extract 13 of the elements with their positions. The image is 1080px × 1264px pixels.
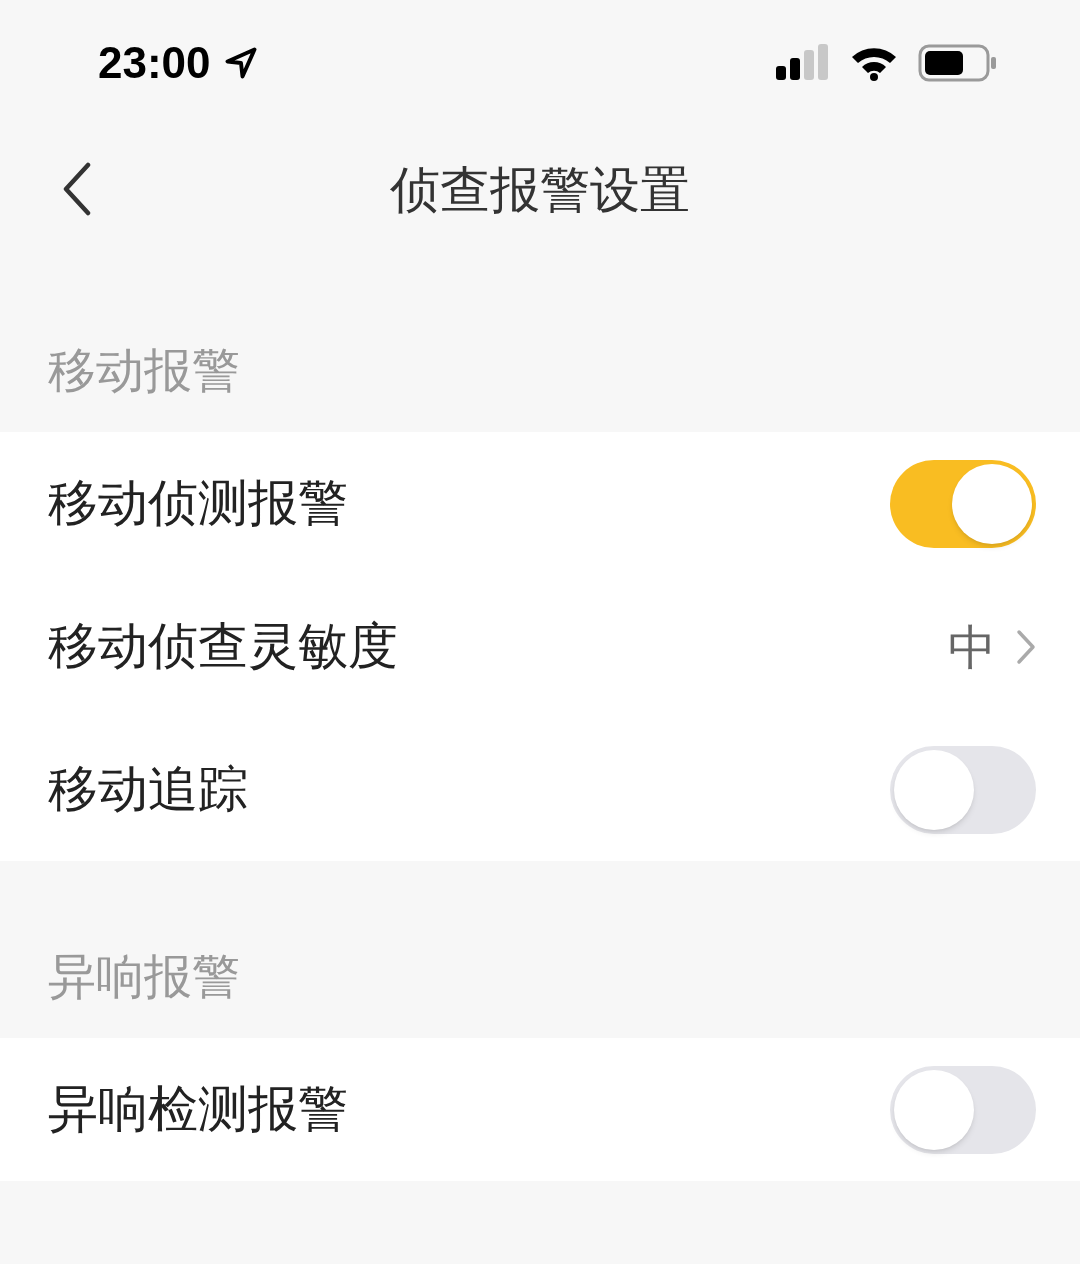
page-title: 侦查报警设置 [390, 159, 690, 221]
setting-value: 中 [948, 617, 996, 677]
status-time: 23:00 [98, 36, 211, 89]
section-header: 异响报警 [48, 947, 240, 1006]
chevron-right-icon[interactable] [1016, 628, 1036, 665]
signal-icon [774, 43, 830, 82]
section-header: 移动报警 [48, 341, 240, 400]
setting-label: 移动侦测报警 [48, 473, 348, 534]
battery-icon [918, 43, 998, 82]
setting-label: 移动侦查灵敏度 [48, 616, 398, 677]
setting-label: 异响检测报警 [48, 1079, 348, 1140]
back-chevron-icon [62, 162, 92, 216]
setting-label: 移动追踪 [48, 759, 248, 820]
